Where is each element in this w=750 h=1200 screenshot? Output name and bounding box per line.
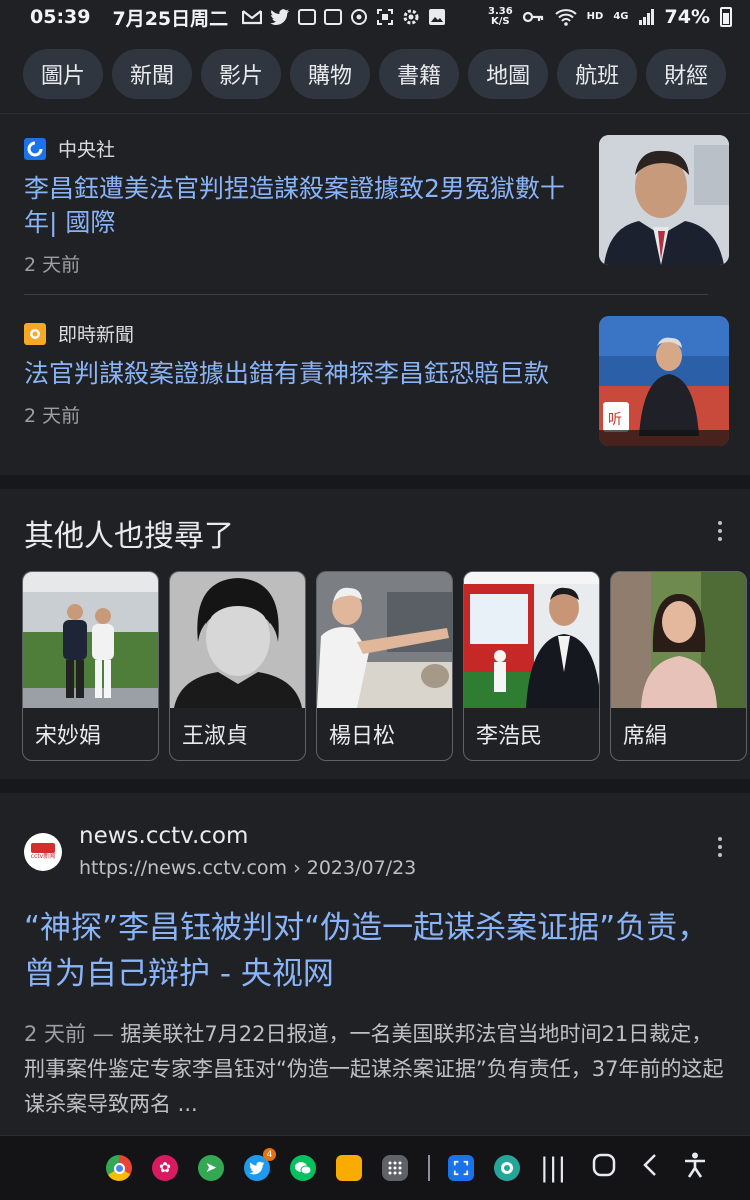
- portrait-image: [599, 135, 729, 265]
- network-type: 4G: [613, 11, 629, 22]
- news-item[interactable]: 即時新聞 法官判謀殺案證據出錯有責神探李昌鈺恐賠巨款 2 天前 听: [24, 316, 729, 446]
- people-also-search: 其他人也搜尋了 宋妙娟 王淑貞 楊日松 李浩民 席絹: [0, 489, 750, 779]
- gmail-icon: [242, 10, 263, 25]
- person-image: [23, 572, 158, 708]
- person-image: [170, 572, 305, 708]
- outlook-icon: [298, 9, 317, 25]
- notification-icons: [242, 8, 446, 26]
- svg-text:听: 听: [608, 412, 622, 428]
- twitter-app-icon[interactable]: 4: [244, 1148, 276, 1181]
- news-title[interactable]: 法官判謀殺案證據出錯有責神探李昌鈺恐賠巨款: [24, 357, 574, 391]
- flower-app-icon[interactable]: ✿: [152, 1155, 178, 1181]
- person-name: 王淑貞: [182, 724, 249, 749]
- chip-maps[interactable]: 地圖: [468, 48, 549, 99]
- battery-percent: 74%: [664, 6, 710, 28]
- person-image: [611, 572, 746, 708]
- home-button[interactable]: [592, 1153, 616, 1184]
- section-gap: [0, 475, 750, 489]
- favicon-text: cctv新闻: [30, 853, 56, 860]
- cctv-favicon-icon[interactable]: cctv新闻: [24, 833, 62, 871]
- news-source-name: 即時新聞: [58, 324, 135, 346]
- result-site-name[interactable]: news.cctv.com: [79, 823, 248, 849]
- person-card[interactable]: 李浩民: [463, 571, 600, 761]
- section-gap: [0, 779, 750, 793]
- person-name: 李浩民: [476, 724, 543, 749]
- outlook-icon-2: [324, 9, 343, 25]
- chip-news[interactable]: 新聞: [112, 48, 193, 99]
- person-card[interactable]: 楊日松: [316, 571, 453, 761]
- chip-shopping[interactable]: 購物: [290, 48, 371, 99]
- net-speed: 3.36 K/S: [488, 7, 513, 27]
- status-bar: 05:39 7月25日周二 3.36 K/S HD 4G 74%: [0, 0, 750, 34]
- cctv-logo-mark: [31, 843, 55, 853]
- chip-images[interactable]: 圖片: [23, 48, 104, 99]
- result-snippet: 2 天前 — 据美联社7月22日报道，一名美国联邦法官当地时间21日裁定，刑事案…: [24, 1017, 724, 1122]
- sync-icon: [351, 9, 368, 25]
- hd-label: HD: [586, 11, 604, 22]
- search-filter-chips: 圖片 新聞 影片 購物 書籍 地圖 航班 財經: [0, 34, 750, 114]
- screen-capture-icon[interactable]: [448, 1155, 474, 1181]
- taskbar: ✿ ➤ 4 |||: [0, 1135, 750, 1200]
- section-title: 其他人也搜尋了: [24, 519, 234, 554]
- more-options-icon[interactable]: [717, 837, 723, 857]
- result-url[interactable]: https://news.cctv.com › 2023/07/23: [79, 857, 416, 879]
- browser-app-icon[interactable]: [494, 1155, 520, 1181]
- person-image: [464, 572, 599, 708]
- signal-icon: [638, 9, 654, 25]
- news-thumbnail[interactable]: 听: [599, 316, 729, 446]
- news-divider: [24, 294, 708, 295]
- person-name: 楊日松: [329, 724, 396, 749]
- news-section: 中央社 李昌鈺遭美法官判捏造謀殺案證據致2男冤獄數十年| 國際 2 天前 即時新…: [0, 115, 750, 475]
- result-url-base: https://news.cctv.com: [79, 857, 288, 879]
- accessibility-icon[interactable]: [684, 1152, 706, 1185]
- image-icon: [429, 9, 446, 25]
- cna-logo-icon: [24, 137, 46, 160]
- more-options-icon[interactable]: [717, 521, 723, 541]
- twitter-icon: [270, 9, 290, 25]
- wifi-icon: [555, 9, 577, 26]
- status-date: 7月25日周二: [112, 7, 229, 30]
- taskbar-separator: [428, 1155, 430, 1181]
- status-time: 05:39: [30, 6, 91, 28]
- person-card[interactable]: 席絹: [610, 571, 747, 761]
- person-card[interactable]: 宋妙娟: [22, 571, 159, 761]
- chrome-icon[interactable]: [106, 1155, 132, 1181]
- search-result: cctv新闻 news.cctv.com https://news.cctv.c…: [0, 793, 750, 1135]
- news-item[interactable]: 中央社 李昌鈺遭美法官判捏造謀殺案證據致2男冤獄數十年| 國際 2 天前: [24, 135, 729, 277]
- person-name: 席絹: [623, 724, 668, 749]
- person-image: [317, 572, 452, 708]
- chip-finance[interactable]: 財經: [646, 48, 727, 99]
- news-thumbnail[interactable]: [599, 135, 729, 265]
- notification-badge: 4: [263, 1148, 276, 1161]
- news-source-name: 中央社: [58, 139, 116, 161]
- news-title[interactable]: 李昌鈺遭美法官判捏造謀殺案證據致2男冤獄數十年| 國際: [24, 172, 574, 240]
- wechat-icon[interactable]: [290, 1155, 316, 1181]
- back-button[interactable]: [642, 1153, 658, 1184]
- net-speed-unit: K/S: [491, 16, 510, 27]
- nav-app-icon[interactable]: ➤: [198, 1155, 224, 1181]
- gear-icon: [403, 9, 419, 25]
- snippet-text: 据美联社7月22日报道，一名美国联邦法官当地时间21日裁定，刑事案件鉴定专家李昌…: [24, 1022, 724, 1116]
- chip-videos[interactable]: 影片: [201, 48, 282, 99]
- chip-flights[interactable]: 航班: [557, 48, 638, 99]
- snippet-date: 2 天前 —: [24, 1022, 114, 1046]
- result-url-date: › 2023/07/23: [293, 857, 417, 879]
- screenshot-icon: [377, 9, 394, 25]
- folder-icon[interactable]: [336, 1155, 362, 1181]
- chip-books[interactable]: 書籍: [379, 48, 460, 99]
- person-card[interactable]: 王淑貞: [169, 571, 306, 761]
- tv-show-image: 听: [599, 316, 729, 446]
- result-title[interactable]: “神探”李昌钰被判对“伪造一起谋杀案证据”负责，曾为自己辩护 - 央视网: [24, 905, 724, 997]
- app-drawer-icon[interactable]: [382, 1155, 408, 1181]
- recents-button[interactable]: |||: [540, 1153, 566, 1183]
- person-name: 宋妙娟: [35, 724, 102, 749]
- vpn-key-icon: [522, 11, 543, 23]
- instant-news-logo-icon: [24, 322, 46, 345]
- battery-icon: [720, 7, 732, 27]
